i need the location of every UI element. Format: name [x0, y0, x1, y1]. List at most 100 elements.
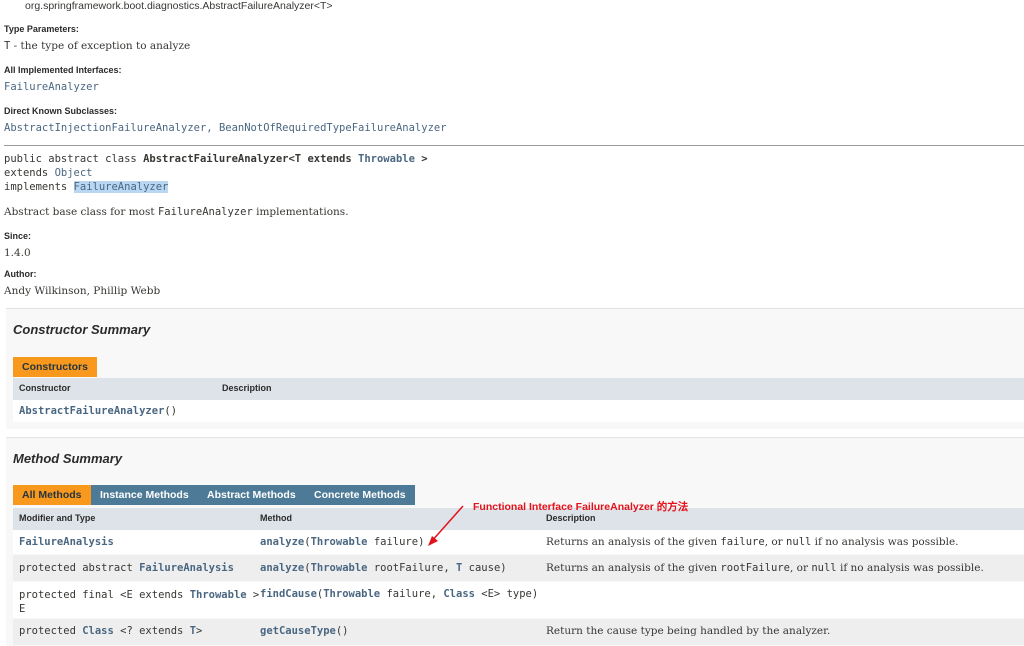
desc-code: failure — [720, 536, 765, 548]
signature-class-decl: AbstractFailureAnalyzer<T extends — [143, 153, 359, 165]
constructor-link[interactable]: AbstractFailureAnalyzer — [19, 405, 164, 417]
desc-code-null: null — [786, 536, 812, 548]
modifier-cell: protected Class <? extends T> — [19, 625, 202, 637]
implements-keyword: implements — [4, 181, 74, 193]
method-link-analyze[interactable]: analyze — [260, 536, 304, 548]
param-type-link-2[interactable]: Class — [443, 588, 475, 600]
tab-abstract-methods[interactable]: Abstract Methods — [198, 485, 305, 505]
method-link-analyze[interactable]: analyze — [260, 562, 304, 574]
signature-bound-link[interactable]: Throwable — [358, 153, 415, 165]
tab-constructors[interactable]: Constructors — [13, 357, 97, 377]
modifier-text: protected final <E extends — [19, 589, 190, 601]
type-params-label: Type Parameters: — [4, 24, 79, 34]
author-value: Andy Wilkinson, Phillip Webb — [4, 285, 161, 297]
description-pre: Abstract base class for most — [4, 206, 158, 218]
param-type-link[interactable]: Throwable — [323, 588, 380, 600]
table-row: FailureAnalysis analyze(Throwable failur… — [13, 530, 1024, 554]
param-rest: failure) — [367, 536, 425, 548]
class-signature-line-3: implements FailureAnalyzer — [4, 181, 169, 193]
class-description: Abstract base class for most FailureAnal… — [4, 206, 349, 218]
desc-text: Returns an analysis of the given — [546, 536, 721, 548]
subclasses-label: Direct Known Subclasses: — [4, 106, 118, 116]
subclass-separator: , — [206, 122, 219, 134]
modifier-cell: protected final <E extends Throwable > E — [19, 588, 259, 616]
since-value: 1.4.0 — [4, 247, 31, 259]
modifier-text-mid: <? extends — [113, 625, 190, 637]
desc-text-mid: , or — [789, 562, 812, 574]
modifier-text-post: > — [196, 625, 203, 637]
interface-link[interactable]: FailureAnalyzer — [4, 81, 99, 93]
implements-link[interactable]: FailureAnalyzer — [73, 181, 169, 193]
col-constructor: Constructor — [19, 383, 71, 393]
method-cell: analyze(Throwable rootFailure, T cause) — [260, 562, 507, 574]
extends-keyword: extends — [4, 167, 55, 179]
method-cell: analyze(Throwable failure) — [260, 536, 424, 548]
method-link-getcausetype[interactable]: getCauseType — [260, 625, 336, 637]
class-path: org.springframework.boot.diagnostics.Abs… — [25, 0, 333, 12]
tab-all-methods[interactable]: All Methods — [13, 485, 91, 505]
since-label: Since: — [4, 231, 32, 241]
constructor-summary-title: Constructor Summary — [13, 322, 151, 337]
modifier-text: protected abstract — [19, 562, 140, 574]
desc-text: Return the cause type being handled by t… — [546, 625, 831, 637]
method-cell: getCauseType() — [260, 625, 349, 637]
param-type-link[interactable]: Throwable — [311, 562, 368, 574]
type-param-line: T - the type of exception to analyze — [4, 40, 190, 52]
col-constructor-description: Description — [222, 383, 272, 393]
param-rest: rootFailure, — [367, 562, 457, 574]
param-rest-2: <E> type) — [474, 588, 539, 600]
extends-link[interactable]: Object — [55, 167, 93, 179]
divider — [4, 145, 1024, 146]
signature-prefix: public abstract class — [4, 153, 144, 165]
throwable-link[interactable]: Throwable — [190, 589, 247, 601]
subclass-link-1[interactable]: AbstractInjectionFailureAnalyzer — [4, 122, 206, 134]
constructor-cell: AbstractFailureAnalyzer() — [19, 405, 177, 417]
signature-suffix: > — [414, 153, 428, 165]
table-row: AbstractFailureAnalyzer() — [13, 400, 1024, 422]
desc-text-post: if no analysis was possible. — [836, 562, 984, 574]
col-method-description: Description — [546, 513, 596, 523]
description-code: FailureAnalyzer — [157, 206, 253, 218]
constructor-table-header: Constructor Description — [13, 378, 1024, 400]
description-cell: Returns an analysis of the given rootFai… — [546, 562, 984, 574]
modifier-text-post: > — [246, 589, 260, 601]
class-signature-line-1: public abstract class AbstractFailureAna… — [4, 153, 428, 165]
desc-text: Returns an analysis of the given — [546, 562, 721, 574]
return-type-link[interactable]: FailureAnalysis — [139, 562, 234, 574]
modifier-cell: protected abstract FailureAnalysis — [19, 562, 234, 574]
return-type-link[interactable]: FailureAnalysis — [19, 536, 114, 548]
desc-code: rootFailure — [720, 562, 790, 574]
interfaces-label: All Implemented Interfaces: — [4, 65, 122, 75]
modifier-cell: FailureAnalysis — [19, 536, 114, 548]
method-link-findcause[interactable]: findCause — [260, 588, 317, 600]
table-row: protected Class <? extends T> getCauseTy… — [13, 619, 1024, 645]
modifier-text: protected — [19, 625, 83, 637]
param-type-link[interactable]: Throwable — [311, 536, 368, 548]
subclass-link-2[interactable]: BeanNotOfRequiredTypeFailureAnalyzer — [219, 122, 447, 134]
subclasses-line: AbstractInjectionFailureAnalyzer, BeanNo… — [4, 122, 447, 134]
method-summary-title: Method Summary — [13, 451, 123, 466]
annotation-text: Functional Interface FailureAnalyzer 的方法 — [473, 501, 689, 513]
type-param-desc: - the type of exception to analyze — [10, 40, 191, 52]
description-cell: Return the cause type being handled by t… — [546, 625, 830, 637]
modifier-text-line2: E — [19, 603, 26, 615]
description-cell: Returns an analysis of the given failure… — [546, 536, 959, 548]
table-row: protected abstract FailureAnalysis analy… — [13, 555, 1024, 581]
param-rest-2: cause) — [462, 562, 507, 574]
col-method: Method — [260, 513, 292, 523]
desc-text-mid: , or — [764, 536, 787, 548]
class-signature-line-2: extends Object — [4, 167, 93, 179]
method-cell: findCause(Throwable failure, Class <E> t… — [260, 588, 538, 600]
desc-text-post: if no analysis was possible. — [811, 536, 959, 548]
description-post: implementations. — [252, 206, 349, 218]
param-rest: failure, — [380, 588, 444, 600]
author-label: Author: — [4, 269, 37, 279]
table-row: protected final <E extends Throwable > E … — [13, 582, 1024, 618]
constructor-args: () — [164, 405, 178, 417]
class-link[interactable]: Class — [82, 625, 114, 637]
method-paren: () — [335, 625, 349, 637]
tab-concrete-methods[interactable]: Concrete Methods — [305, 485, 415, 505]
col-modifier-type: Modifier and Type — [19, 513, 96, 523]
tab-instance-methods[interactable]: Instance Methods — [91, 485, 198, 505]
desc-code-null: null — [811, 562, 837, 574]
